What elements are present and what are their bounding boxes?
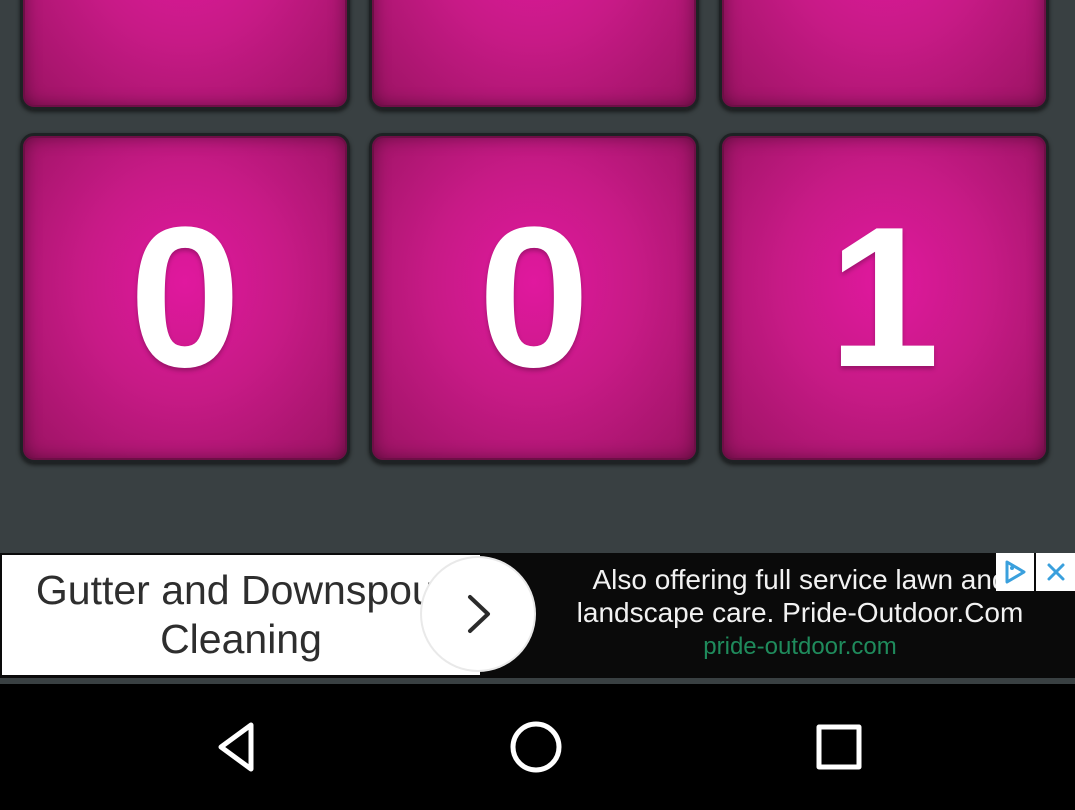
tile-bottom-left[interactable]: 0 xyxy=(20,133,350,463)
tile-top-left[interactable]: 0 xyxy=(20,0,350,110)
tile-top-right[interactable]: 1 xyxy=(719,0,1049,110)
home-button[interactable] xyxy=(491,712,581,782)
tile-digit: 0 xyxy=(129,0,240,23)
ad-domain[interactable]: pride-outdoor.com xyxy=(500,631,1075,663)
tile-digit: 0 xyxy=(478,186,590,409)
ad-text-block[interactable]: Also offering full service lawn and land… xyxy=(500,563,1075,663)
ad-headline-text: Gutter and Downspout Cleaning xyxy=(35,567,447,662)
tile-digit: 1 xyxy=(828,0,939,23)
game-board: 0 1 1 0 0 1 xyxy=(0,0,1075,553)
ad-choices-button[interactable] xyxy=(996,553,1034,591)
recents-button[interactable] xyxy=(794,712,884,782)
ad-open-button[interactable] xyxy=(422,558,534,670)
ad-headline-panel[interactable]: Gutter and Downspout Cleaning xyxy=(2,555,480,675)
ad-headline: Gutter and Downspout Cleaning xyxy=(31,566,451,664)
tile-digit: 0 xyxy=(129,186,241,409)
tile-bottom-right[interactable]: 1 xyxy=(719,133,1049,463)
ad-description-line2: landscape care. Pride-Outdoor.Com xyxy=(576,597,1024,628)
system-navigation-bar xyxy=(0,684,1075,810)
ad-banner[interactable]: Gutter and Downspout Cleaning Also offer… xyxy=(0,553,1075,678)
tile-digit: 1 xyxy=(828,186,940,409)
home-circle-icon xyxy=(510,721,562,773)
tile-top-middle[interactable]: 1 xyxy=(369,0,699,110)
recents-square-icon xyxy=(816,724,862,770)
close-icon xyxy=(1047,563,1064,581)
adchoices-icon xyxy=(1005,560,1026,584)
tile-digit: 1 xyxy=(478,0,589,23)
chevron-right-icon xyxy=(468,595,490,633)
tile-bottom-middle[interactable]: 0 xyxy=(369,133,699,463)
back-triangle-icon xyxy=(218,722,254,772)
back-button[interactable] xyxy=(190,712,280,782)
ad-description-line1: Also offering full service lawn and xyxy=(592,564,1008,595)
ad-close-button[interactable] xyxy=(1036,553,1075,591)
